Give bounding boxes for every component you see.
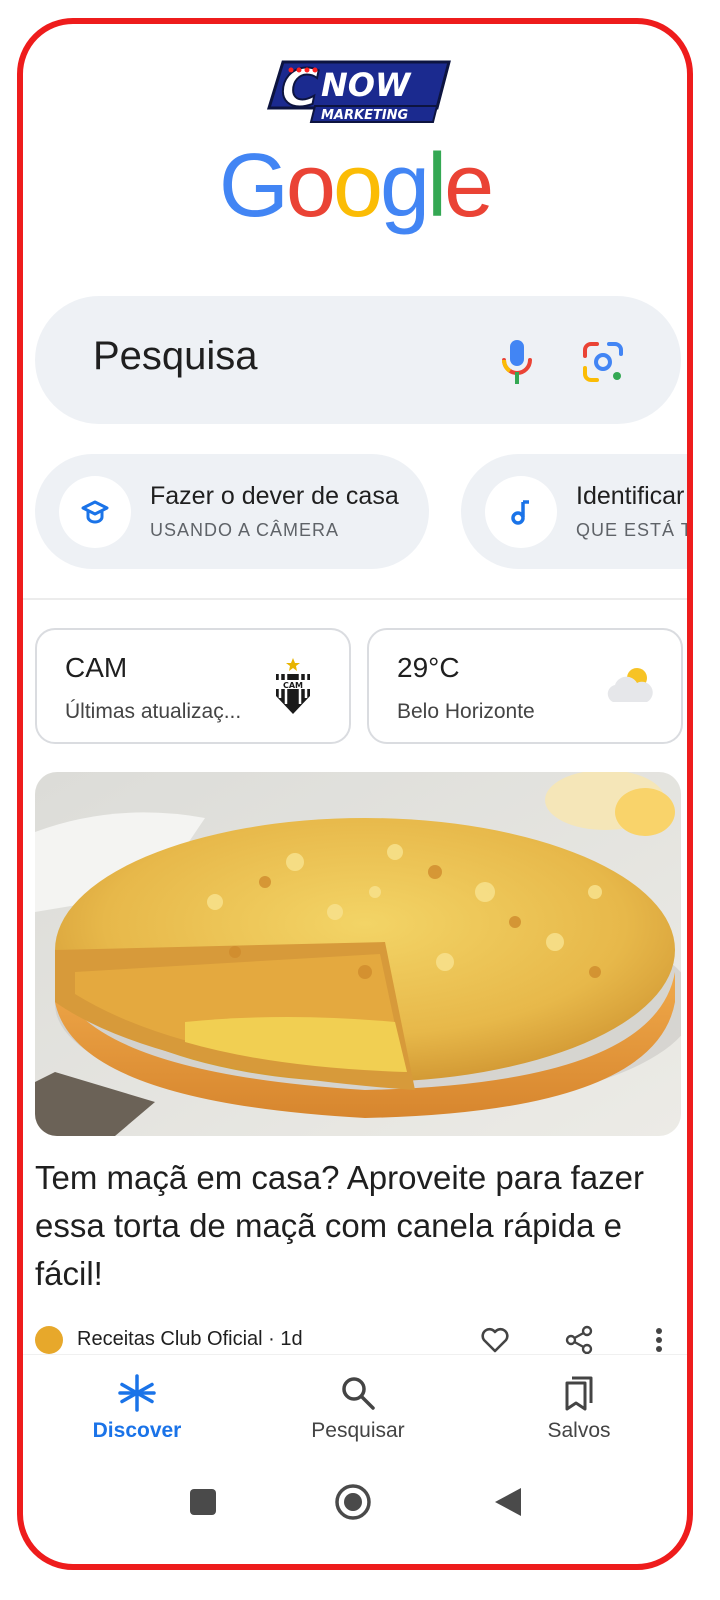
nav-saved[interactable]: Salvos (479, 1373, 679, 1443)
search-icon (342, 1377, 375, 1410)
home-circle-icon[interactable] (333, 1482, 373, 1522)
microphone-icon[interactable] (499, 338, 535, 386)
music-note-icon (511, 500, 529, 525)
cnow-marketing-logo: C NOW MARKETING (266, 58, 451, 123)
share-icon[interactable] (563, 1324, 595, 1356)
chip-title: Fazer o dever de casa (150, 482, 399, 510)
chip-subtitle: USANDO A CÂMERA (150, 520, 340, 540)
recents-square-icon[interactable] (189, 1488, 217, 1516)
phone-frame: C NOW MARKETING Google Pesquisa Fazer o … (17, 18, 693, 1570)
google-lens-icon[interactable] (581, 340, 625, 384)
partly-cloudy-icon (607, 668, 653, 702)
chip-icon-circle (485, 476, 557, 548)
back-triangle-icon[interactable] (493, 1486, 523, 1518)
chip-identify-song[interactable]: Identificar QUE ESTÁ T (461, 454, 693, 569)
heart-icon[interactable] (479, 1324, 511, 1356)
nav-label: Pesquisar (311, 1419, 405, 1442)
weather-card[interactable]: 29°C Belo Horizonte (367, 628, 683, 744)
google-logo: Google (218, 136, 494, 236)
card-title: 29°C (397, 652, 460, 683)
system-nav-bar (23, 1474, 687, 1544)
article-source: Receitas Club Oficial · 1d (77, 1328, 303, 1350)
nav-label: Discover (92, 1419, 182, 1442)
card-title: CAM (65, 652, 128, 683)
source-avatar (35, 1326, 63, 1354)
card-subtitle: Belo Horizonte (397, 700, 535, 723)
bookmarks-icon (565, 1376, 593, 1411)
more-vert-icon[interactable] (653, 1324, 665, 1356)
divider (23, 598, 687, 600)
nav-search[interactable]: Pesquisar (258, 1373, 458, 1443)
chip-icon-circle (59, 476, 131, 548)
article-headline[interactable]: Tem maçã em casa? Aproveite para fazer e… (35, 1154, 675, 1298)
svg-text:NOW: NOW (321, 66, 412, 104)
svg-text:CAM: CAM (283, 681, 303, 690)
nav-label: Salvos (547, 1419, 611, 1442)
graduation-cap-icon (81, 500, 109, 524)
cam-crest-icon: CAM (276, 658, 310, 714)
chip-subtitle: QUE ESTÁ T (576, 520, 693, 540)
bottom-navigation: Discover Pesquisar Salvos (23, 1354, 687, 1475)
article-image[interactable] (35, 772, 681, 1136)
chip-title: Identificar (576, 482, 685, 510)
nav-discover[interactable]: Discover (37, 1373, 237, 1443)
sports-card[interactable]: CAM Últimas atualizaç... CAM (35, 628, 351, 744)
chip-homework[interactable]: Fazer o dever de casa USANDO A CÂMERA (35, 454, 429, 569)
card-subtitle: Últimas atualizaç... (65, 700, 242, 723)
search-bar[interactable]: Pesquisa (35, 296, 681, 424)
svg-text:MARKETING: MARKETING (321, 108, 409, 123)
discover-asterisk-icon (118, 1374, 156, 1412)
search-placeholder: Pesquisa (93, 334, 258, 378)
